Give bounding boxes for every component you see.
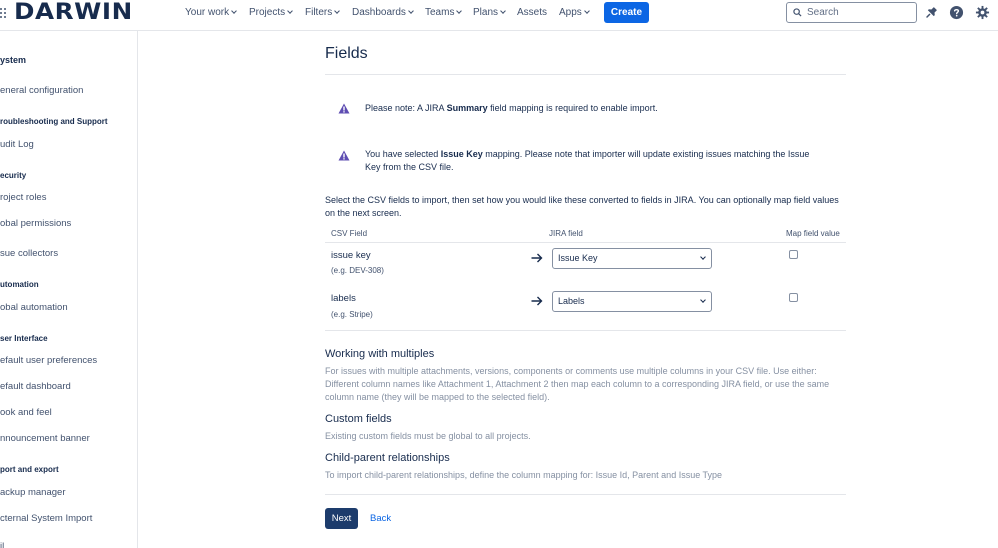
notice-bold-text: Summary xyxy=(446,103,488,113)
app-switcher-icon[interactable] xyxy=(0,8,6,22)
site-logo[interactable]: DARWIN xyxy=(14,1,133,25)
sidebar-item-external-system-import[interactable]: cternal System Import xyxy=(0,513,92,524)
sidebar-item-project-roles[interactable]: roject roles xyxy=(0,192,46,203)
chevron-down-icon xyxy=(287,8,293,14)
nav-label: Apps xyxy=(559,7,582,18)
admin-sidebar: ystem eneral configuration roubleshootin… xyxy=(0,31,138,548)
divider xyxy=(325,494,846,495)
section-text: To import child-parent relationships, de… xyxy=(325,470,723,480)
nav-label: Filters xyxy=(305,7,333,18)
nav-teams[interactable]: Teams xyxy=(425,7,463,19)
nav-apps[interactable]: Apps xyxy=(559,7,590,19)
sidebar-item-general-configuration[interactable]: eneral configuration xyxy=(0,85,83,96)
chevron-down-icon xyxy=(583,8,590,14)
map-field-value-checkbox[interactable] xyxy=(789,250,798,259)
warning-icon xyxy=(338,150,350,161)
sidebar-heading-import-export: port and export xyxy=(0,465,59,474)
csv-field-example: (e.g. DEV-308) xyxy=(331,266,384,275)
sidebar-heading-troubleshooting: roubleshooting and Support xyxy=(0,117,108,126)
nav-projects[interactable]: Projects xyxy=(249,7,293,19)
chevron-down-icon xyxy=(500,8,506,14)
sidebar-heading-security: ecurity xyxy=(0,171,27,180)
sidebar-item-announcement-banner[interactable]: nnouncement banner xyxy=(0,433,90,444)
notice-text: You have selected xyxy=(365,149,441,159)
create-button[interactable]: Create xyxy=(604,2,649,23)
nav-label: Dashboards xyxy=(352,7,406,18)
search-placeholder: Search xyxy=(807,7,839,18)
back-link[interactable]: Back xyxy=(370,513,391,524)
divider xyxy=(325,330,846,331)
sidebar-heading-system: ystem xyxy=(0,55,27,65)
sidebar-item-audit-log[interactable]: udit Log xyxy=(0,139,34,150)
chevron-down-icon xyxy=(700,254,706,260)
chevron-down-icon xyxy=(700,297,706,303)
next-button[interactable]: Next xyxy=(325,508,358,529)
chevron-down-icon xyxy=(334,8,341,14)
column-header-jira-field: JIRA field xyxy=(549,229,583,238)
nav-your-work[interactable]: Your work xyxy=(185,7,237,19)
chevron-down-icon xyxy=(231,8,237,14)
csv-field-name: labels xyxy=(331,293,356,304)
divider xyxy=(325,242,846,243)
column-header-csv-field: CSV Field xyxy=(331,229,368,238)
sidebar-heading-automation: utomation xyxy=(0,280,39,289)
top-navigation-bar: DARWIN Your work Projects Filters Dashbo… xyxy=(0,0,998,31)
column-header-map-field-value: Map field value xyxy=(786,229,840,238)
sidebar-item-look-and-feel[interactable]: ook and feel xyxy=(0,407,52,418)
issue-key-notice: You have selected Issue Key mapping. Ple… xyxy=(365,148,825,174)
search-icon xyxy=(793,8,802,17)
help-icon[interactable] xyxy=(949,5,964,20)
nav-label: Plans xyxy=(473,7,499,18)
settings-gear-icon[interactable] xyxy=(975,5,990,20)
sidebar-item-backup-manager[interactable]: ackup manager xyxy=(0,487,65,498)
nav-filters[interactable]: Filters xyxy=(305,7,341,19)
notice-bold-text: Issue Key xyxy=(440,149,483,159)
map-field-value-checkbox[interactable] xyxy=(789,293,798,302)
chevron-down-icon xyxy=(456,8,463,14)
sidebar-item-mail[interactable]: il xyxy=(0,541,4,548)
chevron-down-icon xyxy=(408,8,414,14)
select-value: Issue Key xyxy=(558,253,598,263)
csv-field-example: (e.g. Stripe) xyxy=(331,310,373,319)
nav-label: Assets xyxy=(517,7,548,18)
section-text: For issues with multiple attachments, ve… xyxy=(325,366,830,402)
section-heading-child-parent: Child-parent relationships xyxy=(325,452,450,464)
page-title: Fields xyxy=(325,45,368,62)
sidebar-item-global-permissions[interactable]: obal permissions xyxy=(0,218,71,229)
jira-field-select[interactable]: Labels xyxy=(552,291,712,312)
sidebar-item-global-automation[interactable]: obal automation xyxy=(0,302,68,313)
notice-text: field mapping is required to enable impo… xyxy=(487,103,658,113)
nav-label: Teams xyxy=(425,7,455,18)
jira-field-select[interactable]: Issue Key xyxy=(552,248,712,269)
notification-bell-icon[interactable] xyxy=(924,5,939,20)
arrow-right-icon xyxy=(531,253,543,263)
sidebar-item-default-dashboard[interactable]: efault dashboard xyxy=(0,381,71,392)
nav-label: Your work xyxy=(185,7,230,18)
arrow-right-icon xyxy=(531,296,543,306)
warning-icon xyxy=(338,103,350,114)
section-heading-custom-fields: Custom fields xyxy=(325,413,392,425)
search-input[interactable]: Search xyxy=(786,2,917,23)
divider xyxy=(325,74,846,75)
csv-field-name: issue key xyxy=(331,250,371,261)
nav-plans[interactable]: Plans xyxy=(473,7,506,19)
sidebar-item-issue-collectors[interactable]: sue collectors xyxy=(0,248,58,259)
sidebar-item-default-user-preferences[interactable]: efault user preferences xyxy=(0,355,97,366)
nav-assets[interactable]: Assets xyxy=(517,7,547,19)
nav-label: Projects xyxy=(249,7,286,18)
section-heading-working-with-multiples: Working with multiples xyxy=(325,348,435,360)
intro-text: Select the CSV fields to import, then se… xyxy=(325,195,839,218)
summary-required-notice: Please note: A JIRA Summary field mappin… xyxy=(365,102,825,115)
notice-text: Please note: A JIRA xyxy=(365,103,447,113)
select-value: Labels xyxy=(558,296,585,306)
nav-dashboards[interactable]: Dashboards xyxy=(352,7,414,19)
section-text: Existing custom fields must be global to… xyxy=(325,431,531,441)
sidebar-heading-user-interface: ser Interface xyxy=(0,334,48,343)
